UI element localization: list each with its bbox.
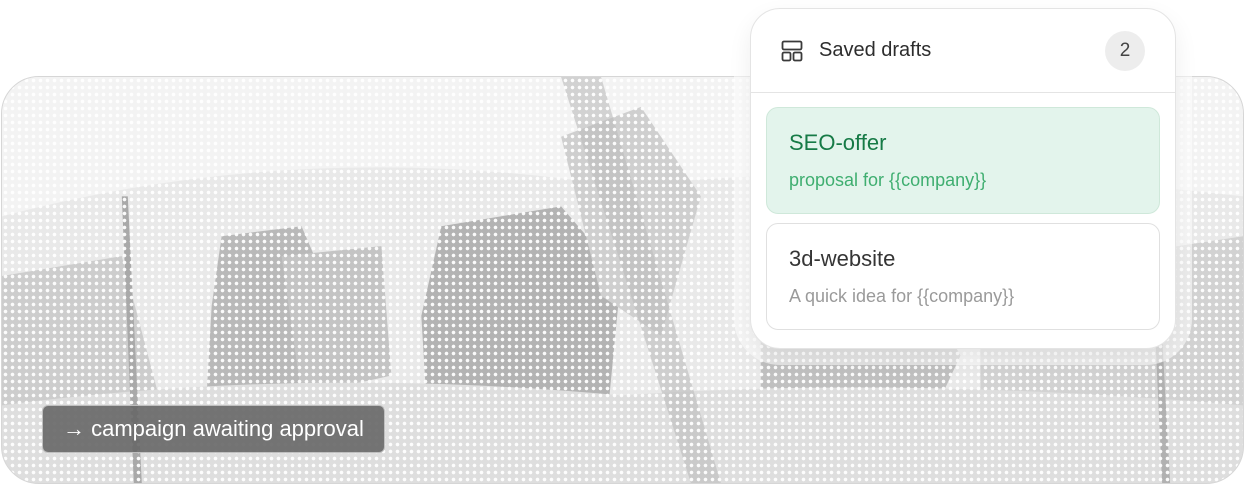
saved-drafts-header: Saved drafts 2 xyxy=(751,9,1175,93)
draft-subtitle: A quick idea for {{company}} xyxy=(789,286,1015,306)
app-stage: → campaign awaiting approval Saved draft… xyxy=(0,0,1246,486)
draft-name: 3d-website xyxy=(789,246,896,271)
saved-drafts-panel: Saved drafts 2 SEO-offer proposal for {{… xyxy=(750,8,1176,349)
draft-item-3d-website[interactable]: 3d-website A quick idea for {{company}} xyxy=(766,223,1160,330)
campaign-status-badge: → campaign awaiting approval xyxy=(42,405,385,453)
draft-subtitle: proposal for {{company}} xyxy=(789,170,987,190)
drafts-count-badge: 2 xyxy=(1105,30,1145,71)
saved-drafts-title: Saved drafts xyxy=(819,39,932,61)
status-label: → campaign awaiting approval xyxy=(63,416,364,441)
draft-name: SEO-offer xyxy=(789,130,887,155)
draft-item-seo-offer[interactable]: SEO-offer proposal for {{company}} xyxy=(766,107,1160,214)
layout-icon xyxy=(781,40,803,62)
drafts-list: SEO-offer proposal for {{company}} 3d-we… xyxy=(751,93,1175,330)
